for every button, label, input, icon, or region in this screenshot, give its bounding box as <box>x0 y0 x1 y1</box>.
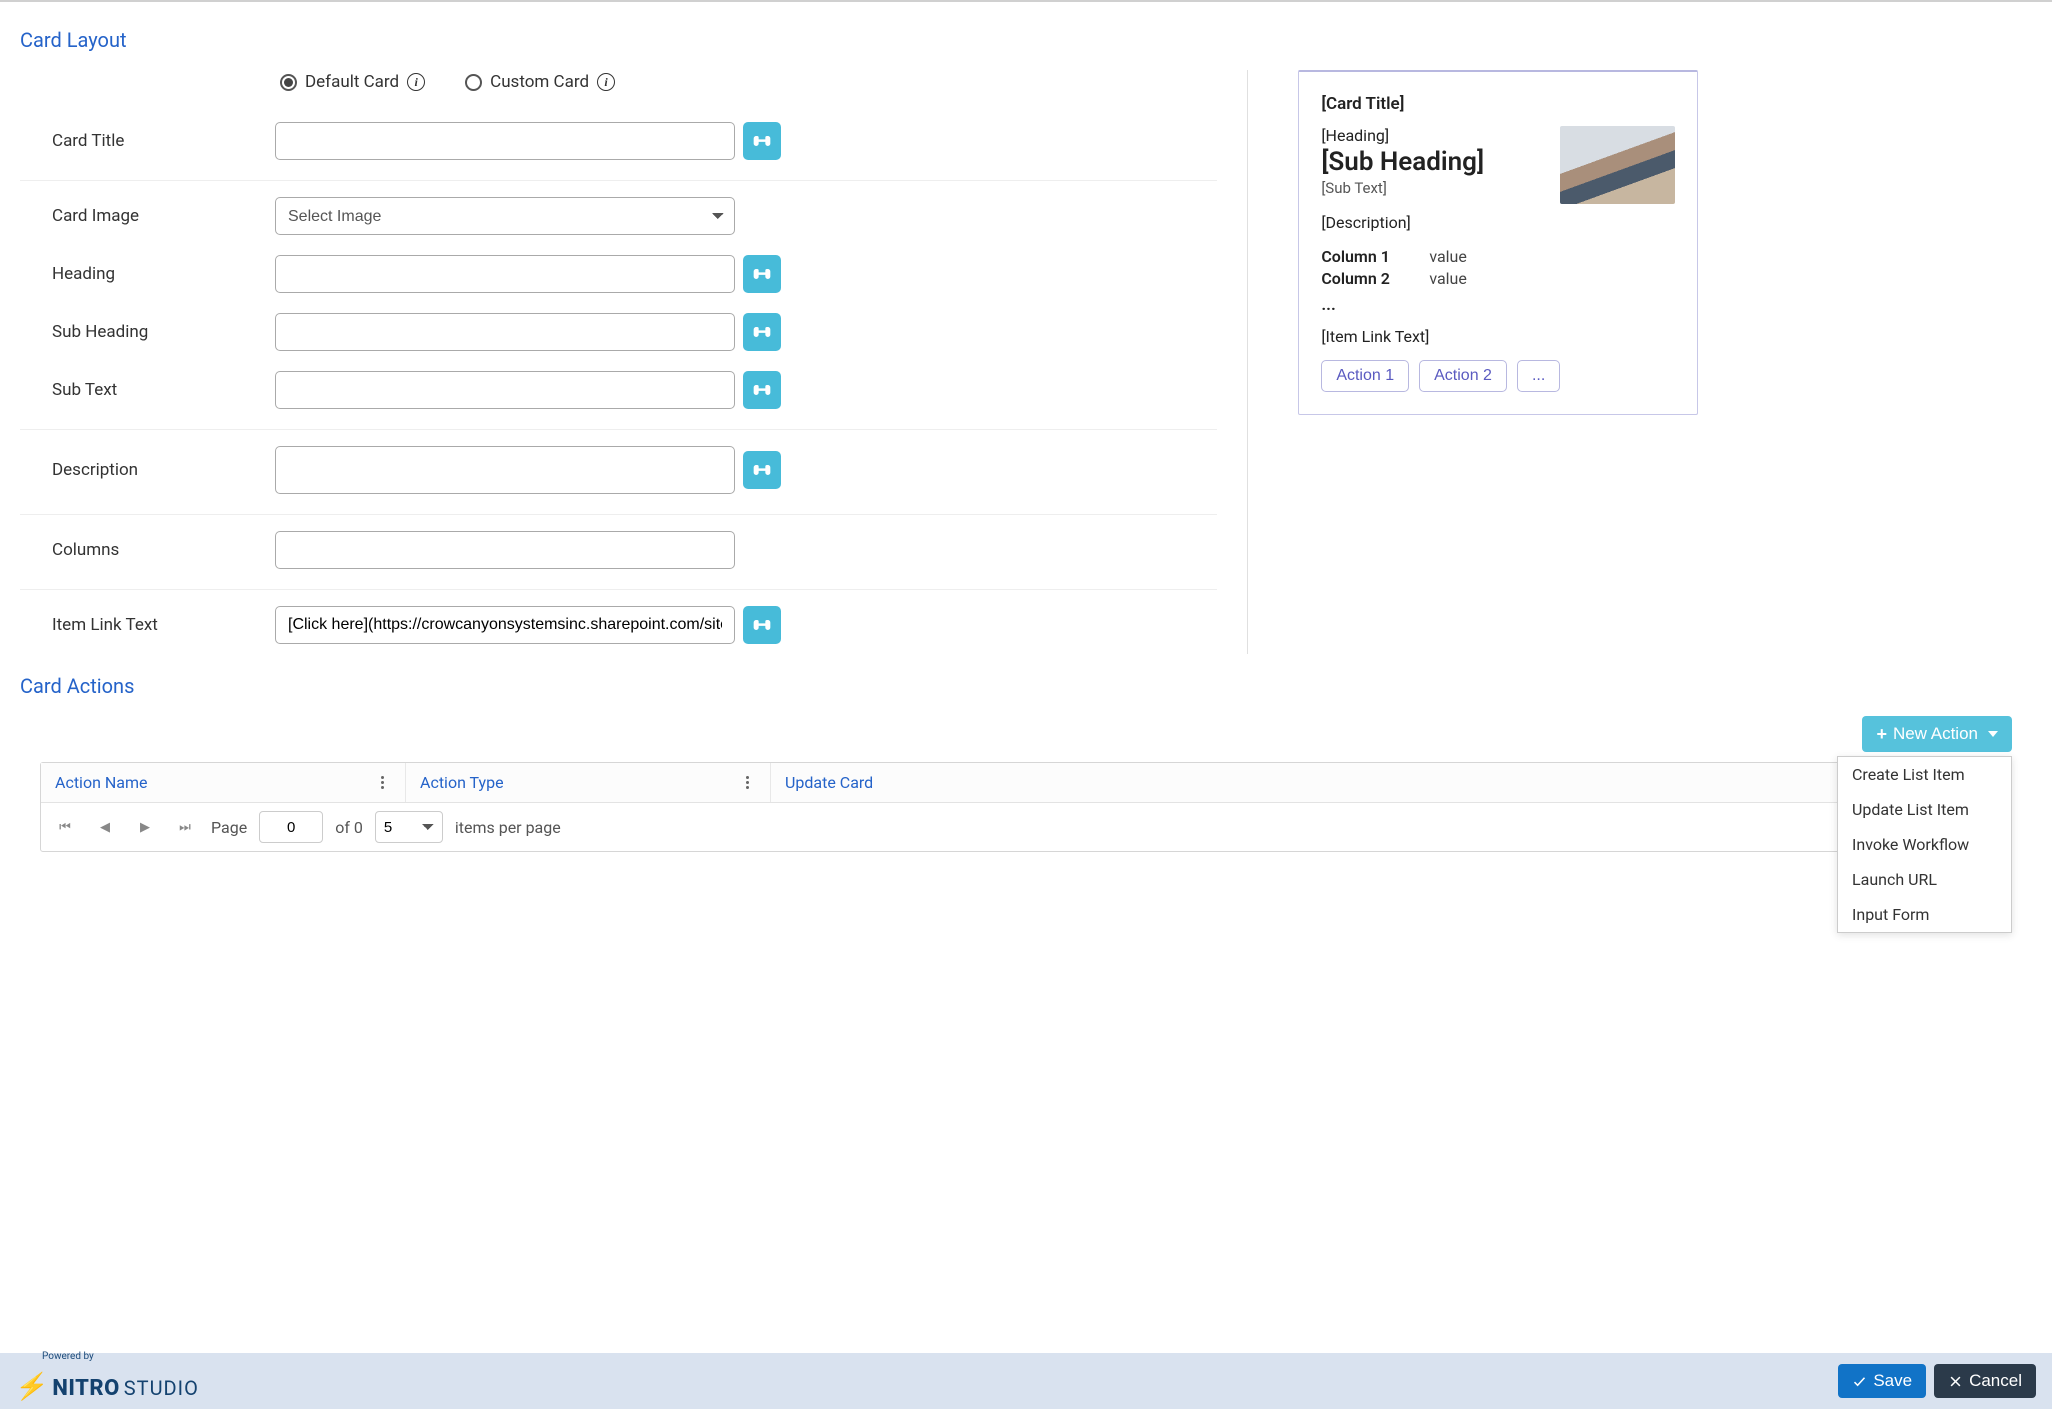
label-card-title: Card Title <box>20 131 275 151</box>
input-description[interactable] <box>275 446 735 494</box>
preview-item-link-text: [Item Link Text] <box>1321 327 1675 346</box>
radio-default-card[interactable]: Default Card i <box>280 72 425 92</box>
grid-col-update-card[interactable]: Update Card <box>771 763 2011 802</box>
label-heading: Heading <box>20 264 275 284</box>
grid-col-action-type-label: Action Type <box>420 773 504 792</box>
new-action-label: New Action <box>1893 724 1978 744</box>
pager-first-button[interactable]: ⏮ <box>51 813 79 841</box>
lookup-description-button[interactable] <box>743 451 781 489</box>
preview-action-1: Action 1 <box>1321 360 1409 392</box>
preview-action-2: Action 2 <box>1419 360 1507 392</box>
actions-grid: Action Name Action Type Update Card ⏮ ◀ … <box>40 762 2012 852</box>
column-menu-icon[interactable] <box>738 776 756 789</box>
info-icon[interactable]: i <box>407 73 425 91</box>
preview-card-title: [Card Title] <box>1321 94 1675 114</box>
grid-col-action-name[interactable]: Action Name <box>41 763 406 802</box>
label-card-image: Card Image <box>20 206 275 226</box>
preview-sub-text: [Sub Text] <box>1321 179 1546 197</box>
radio-custom-card[interactable]: Custom Card i <box>465 72 615 92</box>
pager-page-input[interactable] <box>259 811 323 843</box>
preview-sub-heading: [Sub Heading] <box>1321 147 1546 177</box>
label-item-link-text: Item Link Text <box>20 615 275 635</box>
radio-dot-icon <box>465 74 482 91</box>
brand: Powered by ⚡ NITRO STUDIO <box>16 1361 199 1402</box>
preview-action-more: ... <box>1517 360 1560 392</box>
input-sub-text[interactable] <box>275 371 735 409</box>
grid-pager: ⏮ ◀ ▶ ⏭ Page of 0 5 items per page <box>41 803 2011 851</box>
dropdown-input-form[interactable]: Input Form <box>1838 897 2011 932</box>
grid-col-update-card-label: Update Card <box>785 773 873 792</box>
plus-icon: + <box>1876 725 1887 743</box>
input-card-title[interactable] <box>275 122 735 160</box>
lookup-sub-text-button[interactable] <box>743 371 781 409</box>
powered-by-label: Powered by <box>42 1351 94 1362</box>
lookup-card-title-button[interactable] <box>743 122 781 160</box>
binoculars-icon <box>752 264 772 284</box>
brand-studio: STUDIO <box>124 1376 199 1400</box>
cancel-label: Cancel <box>1969 1371 2022 1391</box>
grid-col-action-type[interactable]: Action Type <box>406 763 771 802</box>
dropdown-create-list-item[interactable]: Create List Item <box>1838 757 2011 792</box>
label-columns: Columns <box>20 540 275 560</box>
save-button[interactable]: Save <box>1838 1364 1926 1398</box>
lookup-heading-button[interactable] <box>743 255 781 293</box>
binoculars-icon <box>752 380 772 400</box>
check-icon <box>1852 1374 1867 1389</box>
grid-col-action-name-label: Action Name <box>55 773 148 792</box>
section-title-card-actions: Card Actions <box>20 674 2032 698</box>
preview-col1-key: Column 1 <box>1321 246 1411 268</box>
preview-col1-val: value <box>1429 246 1467 268</box>
preview-heading: [Heading] <box>1321 126 1546 145</box>
input-columns[interactable] <box>275 531 735 569</box>
pager-items-per-page-label: items per page <box>455 818 561 837</box>
brand-logo-icon: ⚡ <box>14 1372 51 1402</box>
new-action-button[interactable]: + New Action <box>1862 716 2012 752</box>
preview-ellipsis: ... <box>1321 295 1675 315</box>
label-sub-heading: Sub Heading <box>20 322 275 342</box>
binoculars-icon <box>752 615 772 635</box>
pager-of-label: of 0 <box>335 818 363 837</box>
pager-page-size-select[interactable]: 5 <box>375 811 443 843</box>
dropdown-invoke-workflow[interactable]: Invoke Workflow <box>1838 827 2011 862</box>
card-preview: [Card Title] [Heading] [Sub Heading] [Su… <box>1298 70 1698 415</box>
info-icon[interactable]: i <box>597 73 615 91</box>
pager-page-label: Page <box>211 818 247 837</box>
footer-bar: Powered by ⚡ NITRO STUDIO Save Cancel <box>0 1353 2052 1409</box>
radio-custom-card-label: Custom Card <box>490 72 589 92</box>
save-label: Save <box>1873 1371 1912 1391</box>
brand-name: NITRO <box>52 1376 119 1401</box>
column-menu-icon[interactable] <box>373 776 391 789</box>
section-title-card-layout: Card Layout <box>20 28 2032 52</box>
input-item-link-text[interactable] <box>275 606 735 644</box>
input-heading[interactable] <box>275 255 735 293</box>
input-sub-heading[interactable] <box>275 313 735 351</box>
label-sub-text: Sub Text <box>20 380 275 400</box>
dropdown-update-list-item[interactable]: Update List Item <box>1838 792 2011 827</box>
binoculars-icon <box>752 460 772 480</box>
preview-col2-key: Column 2 <box>1321 268 1411 290</box>
lookup-sub-heading-button[interactable] <box>743 313 781 351</box>
label-description: Description <box>20 460 275 480</box>
dropdown-launch-url[interactable]: Launch URL <box>1838 862 2011 897</box>
new-action-dropdown: Create List Item Update List Item Invoke… <box>1837 756 2012 933</box>
preview-col2-val: value <box>1429 268 1467 290</box>
card-layout-form: Default Card i Custom Card i Card Title <box>20 70 1247 654</box>
pager-last-button[interactable]: ⏭ <box>171 813 199 841</box>
pager-next-button[interactable]: ▶ <box>131 813 159 841</box>
caret-down-icon <box>1988 731 1998 737</box>
preview-image <box>1560 126 1675 204</box>
radio-default-card-label: Default Card <box>305 72 399 92</box>
binoculars-icon <box>752 131 772 151</box>
binoculars-icon <box>752 322 772 342</box>
close-icon <box>1948 1374 1963 1389</box>
cancel-button[interactable]: Cancel <box>1934 1364 2036 1398</box>
radio-dot-selected-icon <box>280 74 297 91</box>
lookup-item-link-text-button[interactable] <box>743 606 781 644</box>
preview-description: [Description] <box>1321 213 1675 232</box>
select-card-image[interactable]: Select Image <box>275 197 735 235</box>
pager-prev-button[interactable]: ◀ <box>91 813 119 841</box>
